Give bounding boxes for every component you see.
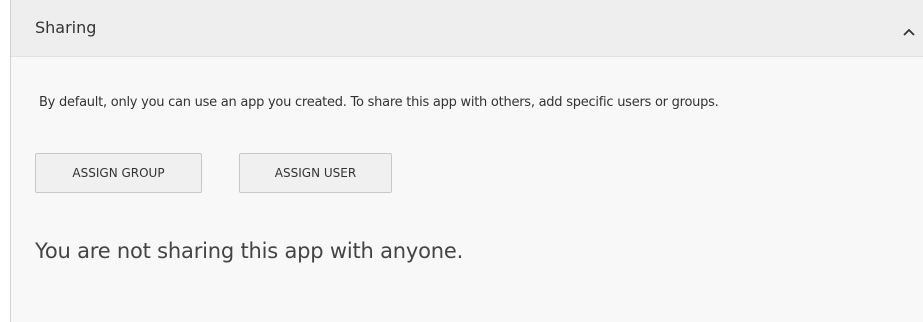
assign-group-button[interactable]: ASSIGN GROUP [35,153,202,193]
panel-title: Sharing [35,18,97,37]
assign-user-button[interactable]: ASSIGN USER [239,153,392,193]
empty-sharing-message: You are not sharing this app with anyone… [35,239,464,263]
chevron-up-icon[interactable] [902,22,916,36]
sharing-panel: Sharing By default, only you can use an … [10,0,923,322]
sharing-panel-header[interactable]: Sharing [11,0,923,57]
sharing-description: By default, only you can use an app you … [39,95,719,110]
